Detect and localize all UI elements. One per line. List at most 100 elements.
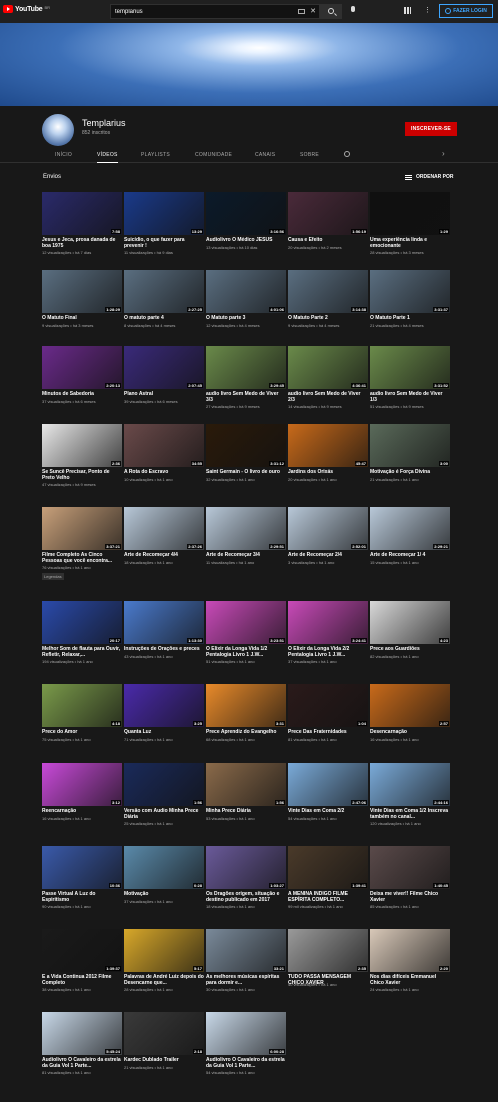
video-thumbnail[interactable]: 1:03:27 (206, 846, 286, 889)
video-card[interactable]: 3:25 Quanta Luz 71 visualizações • há 1 an… (124, 684, 204, 774)
video-thumbnail[interactable]: 3:24:41 (288, 601, 368, 644)
video-thumbnail[interactable]: 1:04 (288, 684, 368, 727)
video-title[interactable]: Minutos de Sabedoria (42, 391, 122, 397)
video-title[interactable]: Prece Aprendiz do Evangelho (206, 729, 286, 735)
video-card[interactable]: 5:17 Palavras de André Luiz depois do Des… (124, 929, 204, 1019)
video-thumbnail[interactable]: 2:29:21 (370, 507, 450, 550)
video-thumbnail[interactable]: 7:58 (42, 192, 122, 235)
video-title[interactable]: O Elixir da Longa Vida 2/2 Pentalogia Li… (288, 646, 368, 658)
video-thumbnail[interactable]: 3:14:38 (288, 270, 368, 313)
subscribe-button[interactable]: INSCREVER-SE (405, 122, 457, 136)
video-title[interactable]: O Matuto Parte 1 (370, 315, 450, 321)
video-title[interactable]: O matuto parte 4 (124, 315, 204, 321)
tab-videos[interactable]: VÍDEOS (97, 152, 118, 163)
video-title[interactable]: A MENINA ÍNDIGO FILME ESPÍRITA COMPLETO.… (288, 891, 368, 903)
video-card[interactable]: 3:12 Reencarnação 16 visualizações • há 1 … (42, 763, 122, 853)
video-card[interactable]: 6:00:28 Audiolivro O Cavaleiro da estrela… (206, 1012, 286, 1102)
video-card[interactable]: 2:36 Se Suncê Precisar, Ponto de Preto Ve… (42, 424, 122, 514)
video-card[interactable]: 34:55 A Rota do Escravo 10 visualizações •… (124, 424, 204, 514)
sort-button[interactable]: ORDENAR POR (405, 174, 454, 180)
video-card[interactable]: 3:29:45 audio livro Sem Medo de Viver 3/3… (206, 346, 286, 436)
video-card[interactable]: 2:35 TUDO PASSA MENSAGEM CHICO XAVIER 40 v… (288, 929, 368, 1019)
video-card[interactable]: 3:16:56 Audiolivro O Médico JESUS 13 visua… (206, 192, 286, 282)
video-thumbnail[interactable]: 2:52:01 (288, 507, 368, 550)
video-card[interactable]: 2:20:13 Minutos de Sabedoria 37 visualizaç… (42, 346, 122, 436)
tab-comunidade[interactable]: COMUNIDADE (195, 152, 232, 158)
video-thumbnail[interactable]: 2:47:06 (288, 763, 368, 806)
channel-avatar[interactable] (42, 114, 74, 146)
video-card[interactable]: 3:31 Prece Aprendiz do Evangelho 68 visual… (206, 684, 286, 774)
microphone-icon[interactable] (351, 6, 355, 12)
video-thumbnail[interactable]: 2:07:45 (124, 346, 204, 389)
video-title[interactable]: Instruções de Orações e preces (124, 646, 204, 652)
video-title[interactable]: Filme Completo As Cinco Pessoas que você… (42, 552, 122, 564)
video-thumbnail[interactable]: 1:40:45 (370, 846, 450, 889)
video-card[interactable]: 2:18 Kardec Dublado Trailer 21 visualizaçõ… (124, 1012, 204, 1102)
video-thumbnail[interactable]: 2:20 (370, 929, 450, 972)
video-card[interactable]: 3:23:51 O Elixir da Longa Vida 1/2 Pental… (206, 601, 286, 691)
video-card[interactable]: 1:39:41 A MENINA ÍNDIGO FILME ESPÍRITA CO… (288, 846, 368, 936)
video-thumbnail[interactable]: 1:13:30 (124, 601, 204, 644)
video-thumbnail[interactable]: 1:56 (206, 763, 286, 806)
video-thumbnail[interactable]: 2:18 (124, 1012, 204, 1055)
video-title[interactable]: Arte de Recomeçar 4/4 (124, 552, 204, 558)
video-card[interactable]: 7:58 Jesus e Jeca, prosa danada de boa 19… (42, 192, 122, 282)
video-title[interactable]: audio livro Sem Medo de Viver 2/3 (288, 391, 368, 403)
video-thumbnail[interactable]: 34:55 (124, 424, 204, 467)
search-input[interactable] (111, 8, 291, 15)
video-thumbnail[interactable]: 1:56 (124, 763, 204, 806)
video-card[interactable]: 5:45:24 Audiolivro O Cavaleiro da estrela… (42, 1012, 122, 1102)
video-card[interactable]: 4:36:41 audio livro Sem Medo de Viver 2/3… (288, 346, 368, 436)
video-card[interactable]: 20:17 Melhor Som de flauta para Ouvir, Re… (42, 601, 122, 691)
video-title[interactable]: Uma experiência linda e emocionante (370, 237, 450, 249)
video-thumbnail[interactable]: 3:23:51 (206, 601, 286, 644)
video-title[interactable]: Vinte Dias em Coma 2/2 (288, 808, 368, 814)
video-card[interactable]: 4:23 Prece aos Guardiões 82 visualizações … (370, 601, 450, 691)
video-thumbnail[interactable]: 4:01:06 (206, 270, 286, 313)
video-thumbnail[interactable]: 1:28:29 (42, 270, 122, 313)
video-thumbnail[interactable]: 3:31:52 (370, 346, 450, 389)
video-thumbnail[interactable]: 0:28 (124, 846, 204, 889)
video-title[interactable]: Audiolivro O Cavaleiro da estrela da Gui… (42, 1057, 122, 1069)
video-card[interactable]: 4:18 Prece do Amor 75 visualizações • há 1… (42, 684, 122, 774)
video-title[interactable]: Minha Prece Diária (206, 808, 286, 814)
video-title[interactable]: As melhores músicas espíritas para dormi… (206, 974, 286, 986)
video-title[interactable]: Jesus e Jeca, prosa danada de boa 1975 (42, 237, 122, 249)
video-title[interactable]: Plano Astral (124, 391, 204, 397)
video-title[interactable]: Motivação é Força Divina (370, 469, 450, 475)
video-card[interactable]: 2:44:16 Vinte Dias em Coma 1/2 Inscreva t… (370, 763, 450, 853)
video-title[interactable]: Prece aos Guardiões (370, 646, 450, 652)
video-title[interactable]: Motivação (124, 891, 204, 897)
video-card[interactable]: 13:29 Suicídio, o que fazer para prevenir… (124, 192, 204, 282)
login-button[interactable]: FAZER LOGIN (439, 4, 493, 18)
video-thumbnail[interactable]: 3:00 (370, 424, 450, 467)
video-thumbnail[interactable]: 33:21 (206, 929, 286, 972)
video-card[interactable]: 1:56 Minha Prece Diária 53 visualizações •… (206, 763, 286, 853)
search-button[interactable] (320, 4, 342, 19)
video-title[interactable]: Palavras de André Luiz depois do Desenca… (124, 974, 204, 986)
clear-search-icon[interactable]: ✕ (310, 7, 316, 15)
video-card[interactable]: 2:07:45 Plano Astral 39 visualizações • há… (124, 346, 204, 436)
video-card[interactable]: 1:03:27 Os Dragões origem, situação e des… (206, 846, 286, 936)
video-thumbnail[interactable]: 2:29:51 (206, 507, 286, 550)
video-thumbnail[interactable]: 1:56:19 (288, 192, 368, 235)
video-card[interactable]: 3:37:21 Filme Completo As Cinco Pessoas q… (42, 507, 122, 597)
video-title[interactable]: Se Suncê Precisar, Ponto de Preto Velho (42, 469, 122, 481)
apps-grid-icon[interactable] (404, 7, 411, 14)
video-title[interactable]: Arte de Recomeçar 2/4 (288, 552, 368, 558)
video-thumbnail[interactable]: 1:39:41 (288, 846, 368, 889)
video-thumbnail[interactable]: 4:18 (42, 684, 122, 727)
video-card[interactable]: 2:29:51 Arte de Recomeçar 3/4 11 visualiza… (206, 507, 286, 597)
video-title[interactable]: Suicídio, o que fazer para prevenir ! (124, 237, 204, 249)
video-thumbnail[interactable]: 3:16:56 (206, 192, 286, 235)
video-card[interactable]: 10:36 Passe Virtual A Luz do Espiritismo 9… (42, 846, 122, 936)
youtube-logo[interactable]: YouTube BR (3, 5, 50, 13)
video-thumbnail[interactable]: 2:20:13 (42, 346, 122, 389)
tab-canais[interactable]: CANAIS (255, 152, 275, 158)
video-title[interactable]: Audiolivro O Cavaleiro da estrela da Gui… (206, 1057, 286, 1069)
video-thumbnail[interactable]: 3:31:12 (206, 424, 286, 467)
video-title[interactable]: audio livro Sem Medo de Viver 1/3 (370, 391, 450, 403)
video-title[interactable]: Passe Virtual A Luz do Espiritismo (42, 891, 122, 903)
video-card[interactable]: 1:56 Versão com Áudio Minha Prece Diária 2… (124, 763, 204, 853)
video-thumbnail[interactable]: 1:29 (370, 192, 450, 235)
